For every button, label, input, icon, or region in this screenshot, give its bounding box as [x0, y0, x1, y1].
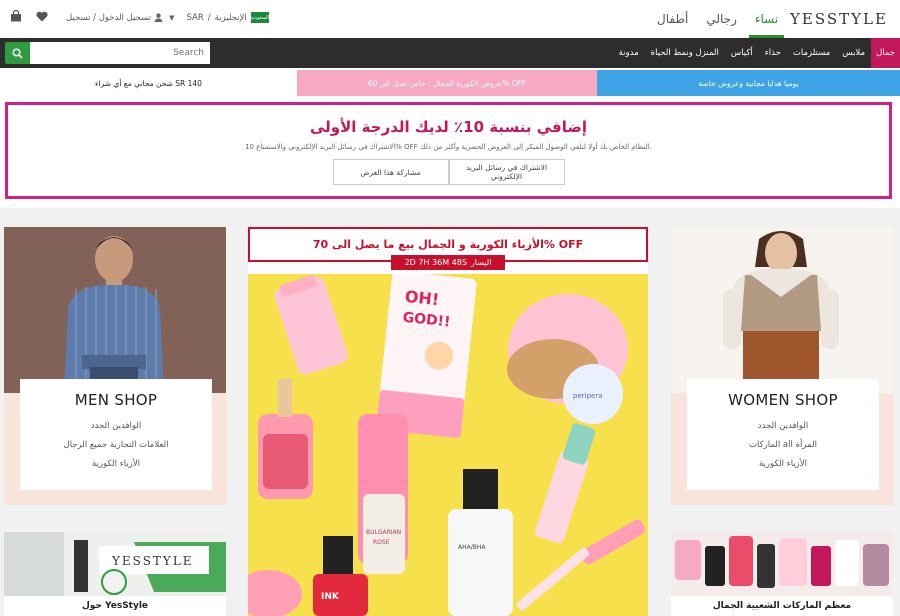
category-navbar: مدونة المنزل ونمط الحياة أكياس حذاء مستل…: [0, 38, 900, 68]
about-yesstyle-card[interactable]: YESSTYLE حول YesStyle: [4, 532, 226, 616]
gender-tabs: أطفال رجالي نساء: [648, 0, 787, 38]
women-link-new-arrivals[interactable]: الوافدين الجدد: [687, 421, 879, 431]
share-offer-button[interactable]: مشاركة هذا العرض: [332, 159, 449, 185]
men-model-image: [4, 227, 226, 393]
tab-kids[interactable]: أطفال: [648, 0, 697, 38]
office-photo: YESSTYLE: [4, 532, 226, 602]
svg-text:INK: INK: [321, 592, 340, 602]
user-icon: [154, 13, 163, 22]
search-input[interactable]: [30, 42, 210, 64]
top-header: تسجيل الدخول / تسجيل ▼ SAR / الإنجليزية …: [0, 0, 900, 38]
nav-clothing[interactable]: ملابس: [836, 38, 871, 68]
sale-section[interactable]: الأزياء الكورية و الجمال بيع ما يصل الى …: [248, 227, 648, 616]
beauty-brands-photo: [671, 532, 893, 602]
saudi-flag-icon: السعودية: [250, 12, 270, 23]
category-menu: مدونة المنزل ونمط الحياة أكياس حذاء مستل…: [613, 38, 900, 68]
svg-text:AHA/BHA: AHA/BHA: [458, 544, 486, 551]
nav-accessories[interactable]: مستلزمات: [787, 38, 836, 68]
promo-strips: شحن مجاني مع أي شراء SR 140 عروض الكورية…: [0, 70, 900, 96]
flag-text: السعودية: [250, 14, 270, 21]
separator: /: [207, 12, 211, 23]
tab-women[interactable]: نساء: [746, 0, 787, 38]
svg-text:BULGARIAN: BULGARIAN: [366, 529, 401, 536]
search-button[interactable]: [5, 42, 30, 64]
nav-bags[interactable]: أكياس: [725, 38, 759, 68]
locale-selector[interactable]: SAR / الإنجليزية السعودية: [186, 12, 270, 23]
women-link-all-brands[interactable]: الماركات all المرأة: [687, 440, 879, 450]
subscribe-description: الاشتراك في رسائل البريد الإلكتروني والا…: [245, 143, 652, 151]
account-text: تسجيل الدخول / تسجيل: [66, 12, 152, 23]
tab-men[interactable]: رجالي: [697, 0, 746, 38]
svg-text:peripera: peripera: [573, 392, 603, 400]
promo-free-shipping[interactable]: شحن مجاني مع أي شراء SR 140: [0, 70, 297, 96]
countdown-timer: 2D 7H 36M 48S اليسار: [391, 255, 505, 270]
nav-shoes[interactable]: حذاء: [759, 38, 787, 68]
shopping-bag-icon[interactable]: [10, 10, 22, 22]
men-shop-box: MEN SHOP الوافدين الجدد العلامات التجاري…: [20, 379, 212, 490]
subscribe-title: إضافي بنسبة 10٪ لديك الدرجة الأولى: [310, 118, 587, 136]
women-model-image: [671, 227, 893, 393]
timer-label: اليسار: [470, 258, 492, 267]
subscribe-buttons: مشاركة هذا العرض الاشتراك في رسائل البري…: [8, 159, 889, 185]
yesstyle-logo[interactable]: YESSTYLE: [790, 10, 888, 28]
men-shop-card[interactable]: MEN SHOP الوافدين الجدد العلامات التجاري…: [4, 227, 226, 505]
header-icons: [10, 10, 48, 22]
men-shop-title[interactable]: MEN SHOP: [20, 391, 212, 409]
search-icon: [12, 47, 23, 59]
account-links: تسجيل الدخول / تسجيل ▼ SAR / الإنجليزية …: [66, 12, 269, 23]
svg-text:OH!: OH!: [404, 287, 440, 309]
women-shop-title[interactable]: WOMEN SHOP: [687, 391, 879, 409]
nav-blog[interactable]: مدونة: [613, 38, 645, 68]
men-link-all-brands[interactable]: العلامات التجارية جميع الرجال: [20, 440, 212, 450]
men-link-new-arrivals[interactable]: الوافدين الجدد: [20, 421, 212, 431]
timer-value: 2D 7H 36M 48S: [404, 258, 467, 267]
promo-korean-beauty[interactable]: عروض الكورية الجمال ؛ خاص تصل الى 60% OF…: [297, 70, 597, 96]
women-shop-box: WOMEN SHOP الوافدين الجدد الماركات all ا…: [687, 379, 879, 490]
women-shop-card[interactable]: WOMEN SHOP الوافدين الجدد الماركات all ا…: [671, 227, 893, 505]
currency-label: SAR: [186, 12, 204, 23]
chevron-down-icon: ▼: [169, 13, 175, 22]
account-link[interactable]: تسجيل الدخول / تسجيل: [66, 13, 163, 23]
heart-icon[interactable]: [36, 11, 48, 22]
svg-text:ROSE: ROSE: [373, 539, 390, 546]
men-link-korean-fashion[interactable]: الأزياء الكورية: [20, 459, 212, 469]
popular-brands-caption[interactable]: معظم الماركات الشعبية الجمال: [671, 596, 893, 616]
beauty-products-image: OH! GOD!! peripera BULGARIAN ROSE INK AH…: [248, 274, 648, 616]
nav-beauty[interactable]: جمال: [871, 38, 900, 68]
popular-beauty-brands-card[interactable]: معظم الماركات الشعبية الجمال: [671, 532, 893, 616]
subscribe-banner: إضافي بنسبة 10٪ لديك الدرجة الأولى الاشت…: [5, 102, 892, 199]
about-yesstyle-caption[interactable]: حول YesStyle: [4, 596, 226, 616]
subscribe-email-button[interactable]: الاشتراك في رسائل البريد الإلكتروني: [448, 159, 565, 185]
language-label: الإنجليزية: [214, 12, 247, 23]
yesstyle-sign: YESSTYLE: [111, 554, 194, 568]
nav-home-lifestyle[interactable]: المنزل ونمط الحياة: [645, 38, 725, 68]
women-link-korean-fashion[interactable]: الأزياء الكورية: [687, 459, 879, 469]
promo-daily-gifts[interactable]: يوميا هدايا مجانية وعروض خاصة: [597, 70, 900, 96]
